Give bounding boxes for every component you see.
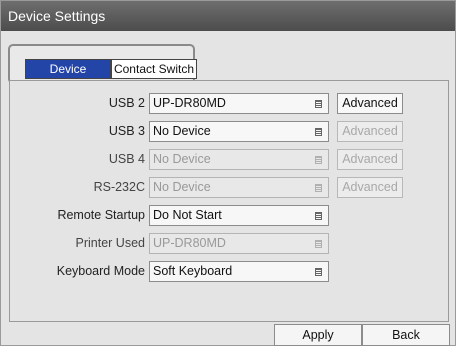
row-remote-startup: Remote Startup Do Not Start xyxy=(10,205,450,226)
usb4-label: USB 4 xyxy=(108,152,145,166)
remote-startup-label: Remote Startup xyxy=(57,208,145,222)
rs232c-value: No Device xyxy=(153,180,211,194)
printer-used-label: Printer Used xyxy=(75,236,145,250)
dropdown-icon xyxy=(315,100,322,108)
row-usb3: USB 3 No Device Advanced xyxy=(10,121,450,142)
tab-device[interactable]: Device xyxy=(25,59,111,79)
rs232c-label: RS-232C xyxy=(93,180,145,194)
row-keyboard-mode: Keyboard Mode Soft Keyboard xyxy=(10,261,450,282)
keyboard-mode-value: Soft Keyboard xyxy=(153,264,233,278)
remote-startup-value: Do Not Start xyxy=(153,208,222,222)
apply-button[interactable]: Apply xyxy=(274,324,362,346)
back-button[interactable]: Back xyxy=(362,324,450,346)
usb2-advanced-button[interactable]: Advanced xyxy=(337,93,403,114)
keyboard-mode-select[interactable]: Soft Keyboard xyxy=(149,261,329,282)
dropdown-icon xyxy=(315,128,322,136)
device-settings-window: Device Settings Device Contact Switch US… xyxy=(0,0,456,346)
keyboard-mode-label: Keyboard Mode xyxy=(56,264,145,278)
window-title: Device Settings xyxy=(1,1,455,31)
dropdown-icon xyxy=(315,156,322,164)
dropdown-icon xyxy=(315,268,322,276)
dropdown-icon xyxy=(315,212,322,220)
remote-startup-select[interactable]: Do Not Start xyxy=(149,205,329,226)
row-usb2: USB 2 UP-DR80MD Advanced xyxy=(10,93,450,114)
dropdown-icon xyxy=(315,184,322,192)
usb2-label: USB 2 xyxy=(108,96,145,110)
rs232c-advanced-button: Advanced xyxy=(337,177,403,198)
printer-used-value: UP-DR80MD xyxy=(153,236,226,250)
dropdown-icon xyxy=(315,240,322,248)
printer-used-select: UP-DR80MD xyxy=(149,233,329,254)
usb2-value: UP-DR80MD xyxy=(153,96,226,110)
usb2-select[interactable]: UP-DR80MD xyxy=(149,93,329,114)
usb3-value: No Device xyxy=(153,124,211,138)
device-settings-panel: USB 2 UP-DR80MD Advanced USB 3 No Device… xyxy=(9,80,449,322)
row-usb4: USB 4 No Device Advanced xyxy=(10,149,450,170)
usb3-label: USB 3 xyxy=(108,124,145,138)
usb3-advanced-button: Advanced xyxy=(337,121,403,142)
rs232c-select: No Device xyxy=(149,177,329,198)
usb4-value: No Device xyxy=(153,152,211,166)
row-printer-used: Printer Used UP-DR80MD xyxy=(10,233,450,254)
tab-bar: Device Contact Switch xyxy=(8,44,197,84)
usb4-select: No Device xyxy=(149,149,329,170)
usb3-select[interactable]: No Device xyxy=(149,121,329,142)
row-rs232c: RS-232C No Device Advanced xyxy=(10,177,450,198)
tab-contact-switch[interactable]: Contact Switch xyxy=(111,59,197,79)
usb4-advanced-button: Advanced xyxy=(337,149,403,170)
